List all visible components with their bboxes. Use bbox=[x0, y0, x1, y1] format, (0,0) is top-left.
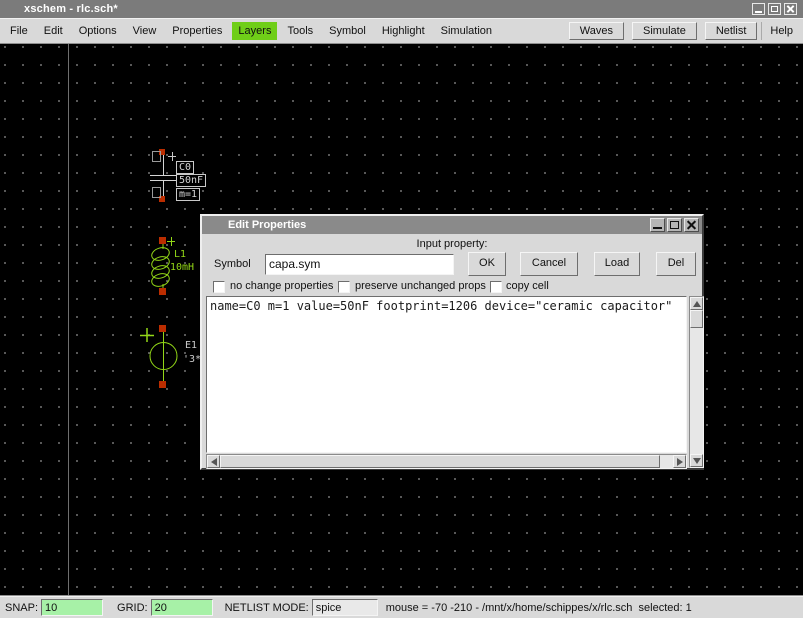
mouse-status-text: mouse = -70 -210 - /mnt/x/home/schippes/… bbox=[386, 602, 692, 614]
preserve-unchanged-props-checkbox[interactable] bbox=[338, 281, 350, 293]
capacitor-value-label[interactable]: 50nF bbox=[176, 174, 206, 187]
grid-label: GRID: bbox=[117, 602, 148, 614]
capacitor-name-label[interactable]: C0 bbox=[176, 161, 194, 174]
scroll-left-icon[interactable] bbox=[207, 455, 220, 468]
menu-layers[interactable]: Layers bbox=[232, 22, 277, 40]
waves-button[interactable]: Waves bbox=[569, 22, 624, 40]
preserve-unchanged-props-label: preserve unchanged props bbox=[355, 280, 486, 292]
close-icon[interactable] bbox=[784, 3, 797, 15]
status-bar: SNAP: 10 GRID: 20 NETLIST MODE: spice mo… bbox=[0, 596, 803, 618]
pin-square bbox=[159, 288, 166, 295]
edit-properties-dialog: Edit Properties Input property: Symbol c… bbox=[200, 214, 704, 470]
xschem-window: xschem - rlc.sch* File Edit Options View… bbox=[0, 0, 803, 618]
input-property-label: Input property: bbox=[202, 238, 702, 250]
snap-input[interactable]: 10 bbox=[41, 599, 103, 616]
menu-options[interactable]: Options bbox=[73, 22, 123, 40]
menu-edit[interactable]: Edit bbox=[38, 22, 69, 40]
menu-symbol[interactable]: Symbol bbox=[323, 22, 372, 40]
dialog-maximize-icon[interactable] bbox=[667, 218, 682, 232]
maximize-icon[interactable] bbox=[768, 3, 781, 15]
load-button[interactable]: Load bbox=[594, 252, 640, 276]
menu-help[interactable]: Help bbox=[761, 22, 803, 40]
pin-square bbox=[159, 381, 166, 388]
dialog-minimize-icon[interactable] bbox=[650, 218, 665, 232]
menu-highlight[interactable]: Highlight bbox=[376, 22, 431, 40]
copy-cell-label: copy cell bbox=[506, 280, 549, 292]
inductor-value-label[interactable]: 10mH bbox=[170, 262, 194, 273]
minimize-icon[interactable] bbox=[752, 3, 765, 15]
simulate-button[interactable]: Simulate bbox=[632, 22, 697, 40]
del-button[interactable]: Del bbox=[656, 252, 696, 276]
dialog-title: Edit Properties bbox=[202, 219, 306, 231]
menu-simulation[interactable]: Simulation bbox=[435, 22, 498, 40]
vertical-scrollbar[interactable] bbox=[689, 296, 704, 468]
grid-input[interactable]: 20 bbox=[151, 599, 213, 616]
ok-button[interactable]: OK bbox=[468, 252, 506, 276]
scroll-right-icon[interactable] bbox=[673, 455, 686, 468]
pin-square bbox=[159, 237, 166, 244]
netlist-mode-input[interactable]: spice bbox=[312, 599, 378, 616]
dialog-close-icon[interactable] bbox=[684, 218, 699, 232]
netlist-mode-label: NETLIST MODE: bbox=[225, 602, 309, 614]
menu-tools[interactable]: Tools bbox=[281, 22, 319, 40]
copy-cell-checkbox[interactable] bbox=[490, 281, 502, 293]
window-title: xschem - rlc.sch* bbox=[0, 3, 118, 15]
no-change-properties-label: no change properties bbox=[230, 280, 333, 292]
property-text-area[interactable]: name=C0 m=1 value=50nF footprint=1206 de… bbox=[206, 296, 687, 453]
menu-file[interactable]: File bbox=[4, 22, 34, 40]
inductor-name-label[interactable]: L1 bbox=[174, 249, 186, 260]
horizontal-scroll-thumb[interactable] bbox=[220, 455, 660, 468]
capacitor-symbol[interactable] bbox=[150, 149, 177, 202]
scroll-down-icon[interactable] bbox=[690, 454, 703, 467]
symbol-input[interactable]: capa.sym bbox=[265, 254, 454, 275]
title-bar[interactable]: xschem - rlc.sch* bbox=[0, 0, 803, 18]
capacitor-mult-label[interactable]: m=1 bbox=[176, 188, 200, 201]
checkbox-row: no change properties preserve unchanged … bbox=[202, 280, 702, 294]
dialog-title-bar[interactable]: Edit Properties bbox=[202, 216, 702, 234]
menu-properties[interactable]: Properties bbox=[166, 22, 228, 40]
snap-label: SNAP: bbox=[5, 602, 38, 614]
netlist-button[interactable]: Netlist bbox=[705, 22, 758, 40]
cancel-button[interactable]: Cancel bbox=[520, 252, 578, 276]
menu-bar: File Edit Options View Properties Layers… bbox=[0, 18, 803, 44]
pin-square bbox=[159, 196, 165, 202]
pin-square bbox=[159, 325, 166, 332]
vertical-scroll-thumb[interactable] bbox=[690, 310, 703, 328]
scroll-up-icon[interactable] bbox=[690, 297, 703, 310]
source-symbol[interactable] bbox=[140, 325, 177, 388]
horizontal-scrollbar[interactable] bbox=[206, 454, 687, 469]
source-name-label[interactable]: E1 bbox=[185, 340, 197, 351]
symbol-label: Symbol bbox=[214, 258, 251, 270]
no-change-properties-checkbox[interactable] bbox=[213, 281, 225, 293]
menu-view[interactable]: View bbox=[127, 22, 163, 40]
